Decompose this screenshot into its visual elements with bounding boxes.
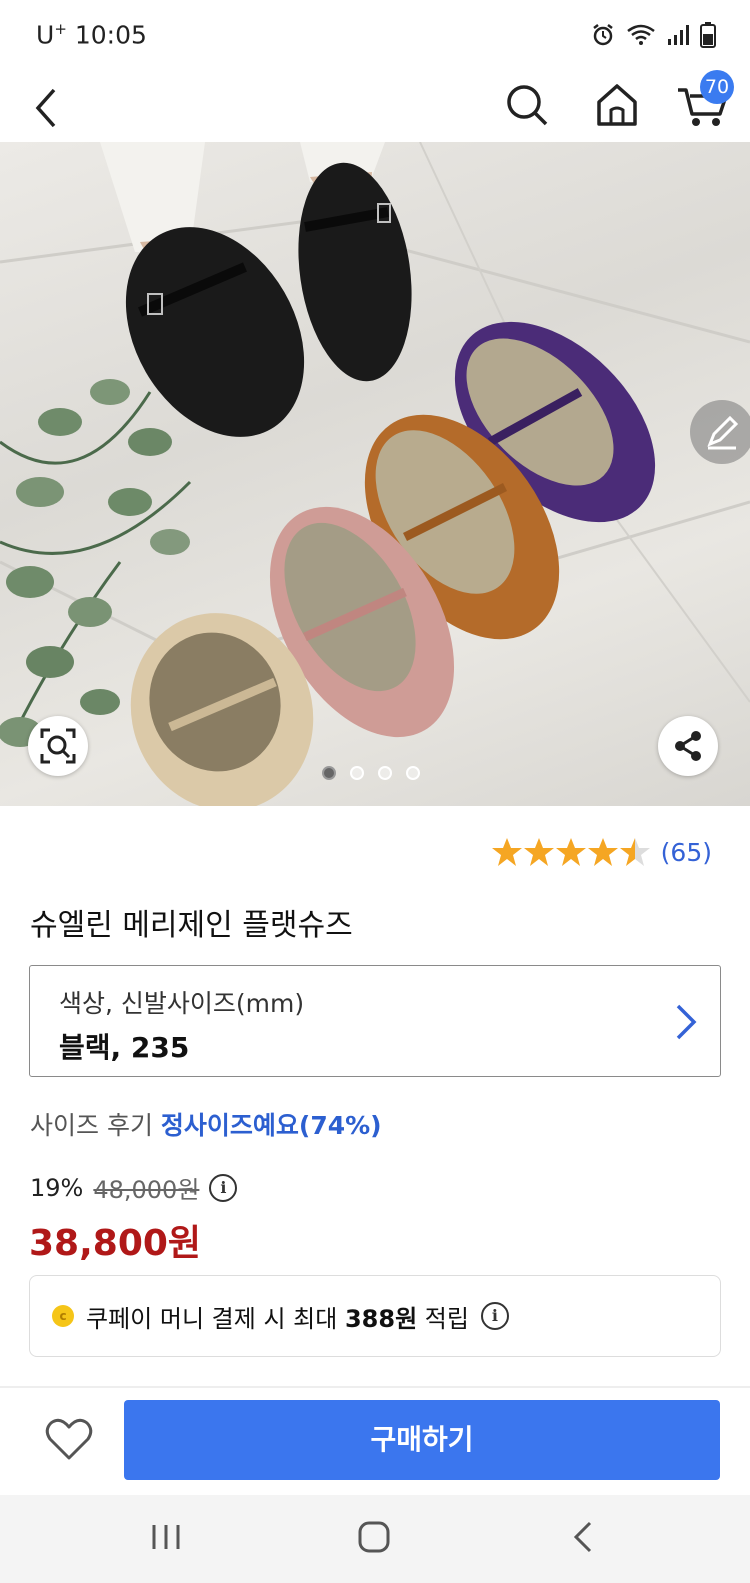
gallery-dot[interactable] — [350, 766, 364, 780]
recent-apps-icon — [152, 1525, 180, 1549]
heart-icon — [45, 1418, 93, 1460]
size-review-value: 정사이즈예요(74%) — [160, 1111, 382, 1140]
size-review: 사이즈 후기 정사이즈예요(74%) — [30, 1106, 382, 1142]
product-photo — [0, 142, 750, 806]
coupay-text: 쿠페이 머니 결제 시 최대 388원 적립 — [86, 1299, 469, 1334]
search-icon — [507, 85, 548, 126]
divider — [0, 1386, 750, 1388]
option-value: 블랙, 235 — [59, 1031, 190, 1064]
original-price: 48,000원 — [93, 1176, 200, 1204]
recent-apps-button[interactable] — [146, 1517, 186, 1557]
wishlist-button[interactable] — [42, 1412, 96, 1466]
option-selector[interactable]: 색상, 신발사이즈(mm) 블랙, 235 — [29, 965, 721, 1077]
system-nav-bar — [0, 1495, 750, 1583]
status-bar: U+ 10:05 — [0, 0, 750, 72]
coupay-prefix: 쿠페이 머니 결제 시 최대 — [86, 1304, 338, 1333]
system-back-button[interactable] — [568, 1515, 598, 1559]
alarm-icon — [590, 22, 616, 52]
image-search-button[interactable] — [28, 716, 88, 776]
edit-button[interactable] — [690, 400, 750, 464]
star-rating-icon — [491, 838, 650, 866]
signal-icon — [666, 23, 690, 51]
system-back-icon — [573, 1521, 592, 1553]
wifi-icon — [626, 23, 656, 51]
share-button[interactable] — [658, 716, 718, 776]
product-title: 슈엘린 메리제인 플랫슈즈 — [30, 908, 353, 943]
option-label: 색상, 신발사이즈(mm) — [59, 989, 305, 1018]
coupay-suffix: 적립 — [424, 1304, 469, 1333]
coupay-coin-icon: c — [52, 1305, 74, 1327]
app-header: 70 — [0, 70, 750, 142]
cart-count-badge: 70 — [700, 70, 734, 104]
clock: 10:05 — [74, 20, 147, 50]
gallery-dot[interactable] — [322, 766, 336, 780]
home-button[interactable] — [590, 78, 644, 132]
status-time: U+ 10:05 — [36, 20, 147, 49]
search-button[interactable] — [500, 78, 554, 132]
carrier-label: U — [36, 20, 55, 50]
pencil-icon — [707, 415, 739, 450]
info-icon[interactable]: i — [480, 1302, 509, 1330]
sale-price: 38,800원 — [29, 1223, 202, 1264]
carrier-sup: + — [54, 20, 67, 38]
info-icon[interactable]: i — [209, 1173, 238, 1202]
cart-button[interactable]: 70 — [674, 70, 734, 132]
gallery-pagination — [322, 766, 420, 780]
image-search-icon — [40, 728, 76, 764]
product-image-gallery[interactable] — [0, 142, 750, 806]
discount-rate: 19% — [30, 1173, 84, 1202]
gallery-dot[interactable] — [378, 766, 392, 780]
system-home-icon — [358, 1521, 390, 1553]
coupay-amount: 388원 — [344, 1304, 418, 1333]
gallery-dot[interactable] — [406, 766, 420, 780]
chevron-right-icon — [676, 1004, 697, 1040]
system-home-button[interactable] — [352, 1515, 396, 1559]
back-button[interactable] — [24, 80, 68, 134]
home-icon — [597, 84, 637, 126]
battery-icon — [700, 22, 716, 52]
rating[interactable]: (65) — [491, 836, 712, 868]
price-discount-row: 19% 48,000원 i — [30, 1170, 238, 1205]
share-icon — [675, 731, 701, 761]
back-icon — [35, 88, 56, 128]
buy-button[interactable]: 구매하기 — [124, 1400, 720, 1480]
coupay-reward-banner[interactable]: c 쿠페이 머니 결제 시 최대 388원 적립 i — [29, 1275, 721, 1357]
size-review-label: 사이즈 후기 — [30, 1111, 153, 1140]
review-count[interactable]: (65) — [661, 838, 712, 867]
